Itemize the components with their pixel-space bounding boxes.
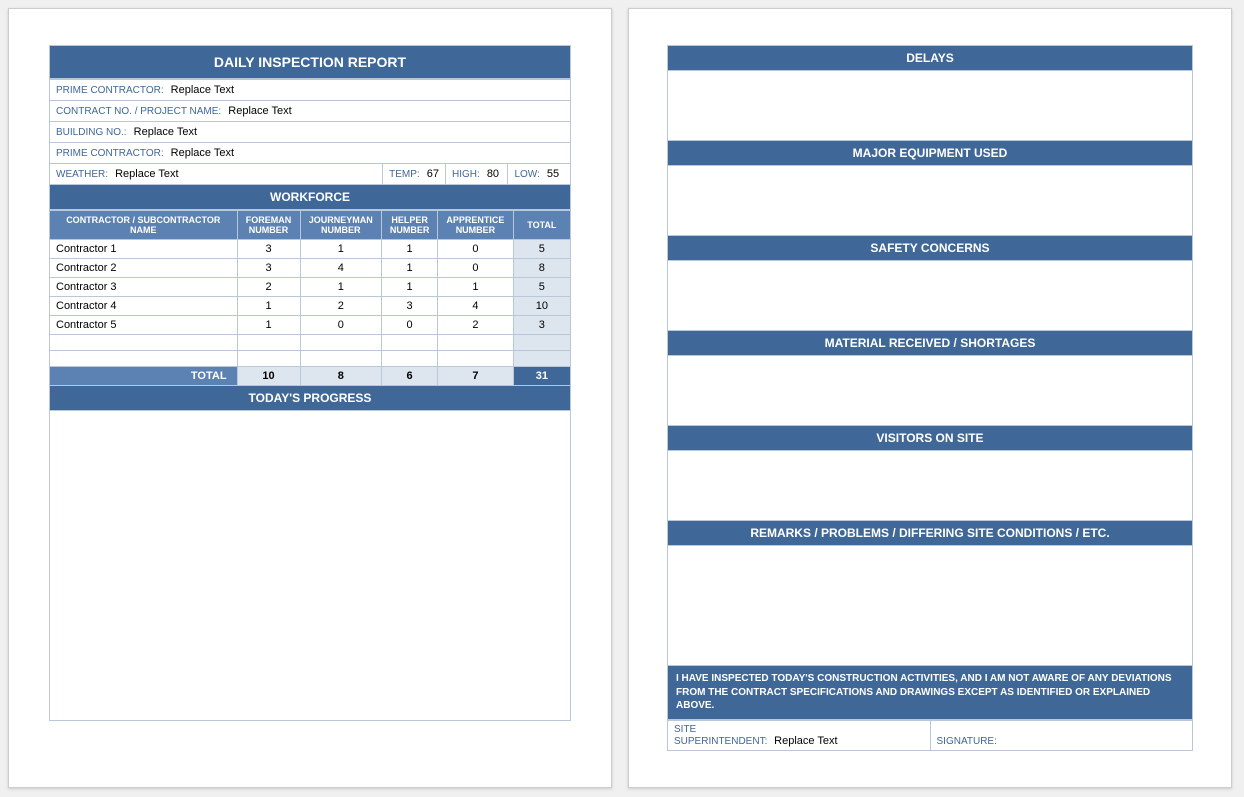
certification-text: I HAVE INSPECTED TODAY'S CONSTRUCTION AC… (667, 666, 1193, 720)
contract-no-label: CONTRACT NO. / PROJECT NAME: (56, 106, 221, 117)
superintendent-label-2: SUPERINTENDENT: (674, 736, 767, 747)
prime-contractor-value: Replace Text (167, 84, 234, 96)
table-row (50, 335, 571, 351)
equipment-header: MAJOR EQUIPMENT USED (667, 141, 1193, 166)
workforce-table: CONTRACTOR / SUBCONTRACTOR NAME FOREMAN … (49, 210, 571, 386)
prime-contractor2-value: Replace Text (167, 147, 234, 159)
prime-contractor-label: PRIME CONTRACTOR: (56, 85, 164, 96)
equipment-body (667, 166, 1193, 236)
weather-label: WEATHER: (56, 169, 108, 180)
low-label: LOW: (514, 169, 539, 180)
remarks-header: REMARKS / PROBLEMS / DIFFERING SITE COND… (667, 521, 1193, 546)
low-value: 55 (543, 168, 559, 180)
safety-body (667, 261, 1193, 331)
table-row (50, 351, 571, 367)
weather-value: Replace Text (111, 168, 178, 180)
page-1: DAILY INSPECTION REPORT PRIME CONTRACTOR… (8, 8, 612, 788)
temp-value: 67 (423, 168, 439, 180)
signature-label: SIGNATURE: (937, 736, 997, 747)
table-row: Contractor 131105 (50, 240, 571, 259)
col-total: TOTAL (513, 211, 570, 240)
material-body (667, 356, 1193, 426)
material-header: MATERIAL RECEIVED / SHORTAGES (667, 331, 1193, 356)
report-title: DAILY INSPECTION REPORT (49, 45, 571, 79)
remarks-body (667, 546, 1193, 666)
superintendent-value: Replace Text (770, 735, 837, 747)
col-helper: HELPER NUMBER (382, 211, 438, 240)
high-value: 80 (483, 168, 499, 180)
visitors-header: VISITORS ON SITE (667, 426, 1193, 451)
superintendent-label-1: SITE (674, 724, 924, 735)
contract-no-value: Replace Text (224, 105, 291, 117)
info-table: PRIME CONTRACTOR: Replace Text CONTRACT … (49, 79, 571, 185)
page-2: DELAYS MAJOR EQUIPMENT USED SAFETY CONCE… (628, 8, 1232, 788)
col-journeyman: JOURNEYMAN NUMBER (300, 211, 382, 240)
total-row: TOTAL 10 8 6 7 31 (50, 367, 571, 386)
safety-header: SAFETY CONCERNS (667, 236, 1193, 261)
high-label: HIGH: (452, 169, 480, 180)
workforce-header: WORKFORCE (49, 185, 571, 210)
building-no-value: Replace Text (130, 126, 197, 138)
table-row: Contractor 510023 (50, 316, 571, 335)
col-apprentice: APPRENTICE NUMBER (438, 211, 514, 240)
signature-table: SITE SUPERINTENDENT: Replace Text SIGNAT… (667, 720, 1193, 751)
progress-body (49, 411, 571, 721)
table-row: Contractor 321115 (50, 278, 571, 297)
visitors-body (667, 451, 1193, 521)
temp-label: TEMP: (389, 169, 420, 180)
progress-header: TODAY'S PROGRESS (49, 386, 571, 411)
col-foreman: FOREMAN NUMBER (237, 211, 300, 240)
building-no-label: BUILDING NO.: (56, 127, 127, 138)
table-row: Contractor 234108 (50, 259, 571, 278)
delays-header: DELAYS (667, 45, 1193, 71)
delays-body (667, 71, 1193, 141)
col-name: CONTRACTOR / SUBCONTRACTOR NAME (50, 211, 238, 240)
prime-contractor2-label: PRIME CONTRACTOR: (56, 148, 164, 159)
table-row: Contractor 4123410 (50, 297, 571, 316)
